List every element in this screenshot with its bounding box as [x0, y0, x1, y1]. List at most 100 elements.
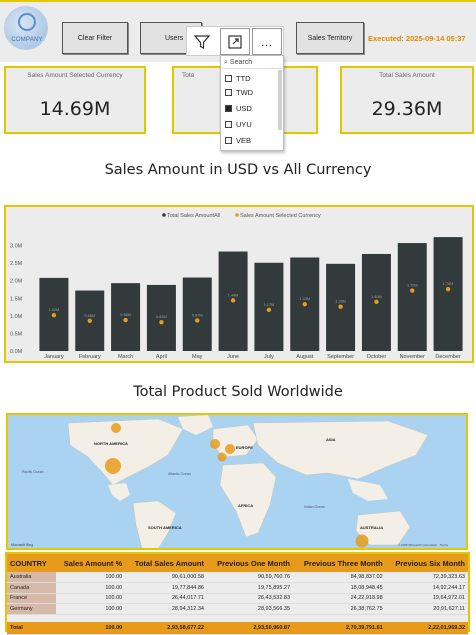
- kpi-card-total-sales: Total Sales Amount 29.36M: [340, 66, 474, 134]
- cell: 26,38,762.75: [293, 603, 386, 615]
- data-label: 1.02M: [49, 308, 60, 312]
- sales-territory-button[interactable]: Sales Territory: [296, 22, 364, 54]
- bar-total-sales: [254, 262, 284, 351]
- bar-total-sales: [433, 237, 463, 351]
- cell: 90,61,000.58: [125, 572, 207, 583]
- y-tick-label: 2.0M: [10, 279, 23, 285]
- checkbox[interactable]: [225, 136, 232, 144]
- focus-mode-icon[interactable]: [220, 28, 250, 55]
- y-tick-label: 1.0M: [10, 314, 23, 320]
- cell: 100.00: [55, 622, 126, 635]
- option-label: TTD: [236, 73, 251, 83]
- y-tick-label: 0.5M: [10, 331, 23, 337]
- table-row[interactable]: Canada 100.00 19,77,844.86 19,75,895.27 18,0…: [7, 582, 468, 594]
- map-label: AUSTRALIA: [360, 525, 384, 530]
- table-row[interactable]: Germany 100.00 28,94,312.34 28,93,566.35 26,…: [7, 603, 468, 615]
- x-tick-label: January: [44, 354, 64, 360]
- cell: 19,77,844.86: [125, 582, 207, 594]
- cell: 2,70,39,791.61: [293, 622, 386, 635]
- data-label: 1.17M: [264, 303, 275, 307]
- col-header-country[interactable]: COUNTRY: [7, 554, 56, 572]
- slicer-option-selected[interactable]: USD: [225, 101, 252, 115]
- y-tick-label: 2.5M: [10, 261, 23, 267]
- kpi-card-selected-currency: Sales Amount Selected Currency 14.69M: [4, 66, 146, 134]
- data-label: 0.88M: [120, 313, 131, 317]
- point-selected-currency: [195, 318, 200, 323]
- table-total-row: Total 100.00 2,93,58,677.22 2,93,50,960.87 2…: [7, 622, 468, 635]
- x-tick-label: April: [156, 354, 167, 360]
- sales-chart-panel: Total Sales AmountAll Sales Amount Select…: [4, 205, 474, 363]
- data-label: 1.40M: [371, 295, 382, 299]
- col-header-prev-one[interactable]: Previous One Month: [206, 554, 294, 572]
- cell: 26,43,532.83: [206, 593, 294, 604]
- point-selected-currency: [87, 318, 92, 323]
- checkbox-checked[interactable]: [225, 104, 232, 112]
- slicer-option[interactable]: TTD: [225, 71, 251, 85]
- cell: 26,44,017.71: [125, 593, 207, 604]
- cell: 24,22,918.98: [293, 593, 386, 604]
- checkbox[interactable]: [225, 120, 232, 128]
- logo-text: COMPANY: [11, 37, 43, 43]
- slicer-option[interactable]: UYU: [225, 117, 252, 131]
- col-header-prev-three[interactable]: Previous Three Month: [293, 554, 386, 572]
- cell: 100.00: [55, 593, 126, 604]
- cell: 2,93,50,960.87: [206, 622, 294, 635]
- checkbox[interactable]: [225, 88, 232, 96]
- map-bubble: [111, 423, 121, 433]
- map-canvas: [8, 415, 466, 548]
- data-label: 0.87M: [192, 313, 203, 317]
- map-bubble: [217, 452, 227, 462]
- cell: 2,93,58,677.22: [125, 622, 207, 635]
- slicer-option[interactable]: TWD: [225, 85, 253, 99]
- map-copyright: © 2025 Microsoft Corporation · Terms: [398, 543, 449, 547]
- point-selected-currency: [159, 319, 164, 325]
- cell: 2,22,01,969.32: [385, 622, 468, 635]
- point-selected-currency: [302, 302, 307, 307]
- col-header-total-sales[interactable]: Total Sales Amount: [125, 554, 207, 572]
- world-map[interactable]: NORTH AMERICA EUROPE ASIA Atlantic Ocean…: [6, 413, 468, 550]
- kpi-label: Total Sales Amount: [379, 72, 435, 79]
- table-header-row: COUNTRY Sales Amount % Total Sales Amoun…: [7, 554, 468, 572]
- x-tick-label: November: [400, 354, 426, 360]
- col-header-prev-six[interactable]: Previous Six Month: [385, 554, 468, 572]
- point-selected-currency: [51, 312, 57, 318]
- point-selected-currency: [445, 286, 451, 292]
- table-row[interactable]: Australia 100.00 90,61,000.58 90,59,760.76 8…: [7, 572, 468, 583]
- cell: 100.00: [55, 582, 126, 594]
- option-label: USD: [236, 103, 252, 113]
- legend-marker: [162, 213, 166, 217]
- legend-label: Sales Amount Selected Currency: [240, 213, 321, 219]
- sales-chart: Total Sales AmountAll Sales Amount Select…: [10, 213, 463, 360]
- col-header-sales-pct[interactable]: Sales Amount %: [55, 554, 126, 572]
- cell: 19,75,895.27: [206, 582, 294, 594]
- map-label: Indian Ocean: [304, 505, 325, 509]
- more-options-icon[interactable]: …: [252, 28, 282, 55]
- clear-filter-button[interactable]: Clear Filter: [62, 22, 128, 54]
- search-placeholder: Search: [229, 59, 253, 66]
- x-tick-label: July: [264, 354, 274, 360]
- data-label: 1.76M: [443, 282, 454, 286]
- table-row[interactable]: France 100.00 26,44,017.71 26,43,532.83 24,2…: [7, 593, 468, 604]
- data-label: 1.72M: [407, 284, 418, 288]
- y-tick-label: 0.0M: [10, 349, 23, 355]
- data-label: 1.33M: [299, 297, 310, 301]
- kpi-value: 29.36M: [371, 98, 443, 120]
- company-logo: COMPANY: [4, 6, 48, 50]
- filter-icon[interactable]: [187, 28, 217, 55]
- cell: 72,39,323.63: [385, 572, 468, 583]
- x-tick-label: December: [435, 354, 461, 360]
- visual-header-toolbar: …: [186, 26, 284, 56]
- search-icon: ⌕: [224, 58, 228, 66]
- point-selected-currency: [374, 299, 379, 304]
- point-selected-currency: [410, 288, 415, 293]
- checkbox[interactable]: [225, 74, 232, 82]
- slicer-search[interactable]: ⌕ Search: [222, 57, 282, 69]
- kpi-value: 14.69M: [39, 98, 111, 120]
- slicer-scrollbar[interactable]: [278, 70, 282, 130]
- map-title: Total Product Sold Worldwide: [133, 384, 343, 400]
- slicer-option[interactable]: VEB: [225, 133, 251, 147]
- sales-table: COUNTRY Sales Amount % Total Sales Amoun…: [7, 554, 468, 635]
- legend-marker: [235, 213, 239, 217]
- x-tick-label: October: [367, 354, 387, 360]
- map-label: ASIA: [326, 437, 336, 442]
